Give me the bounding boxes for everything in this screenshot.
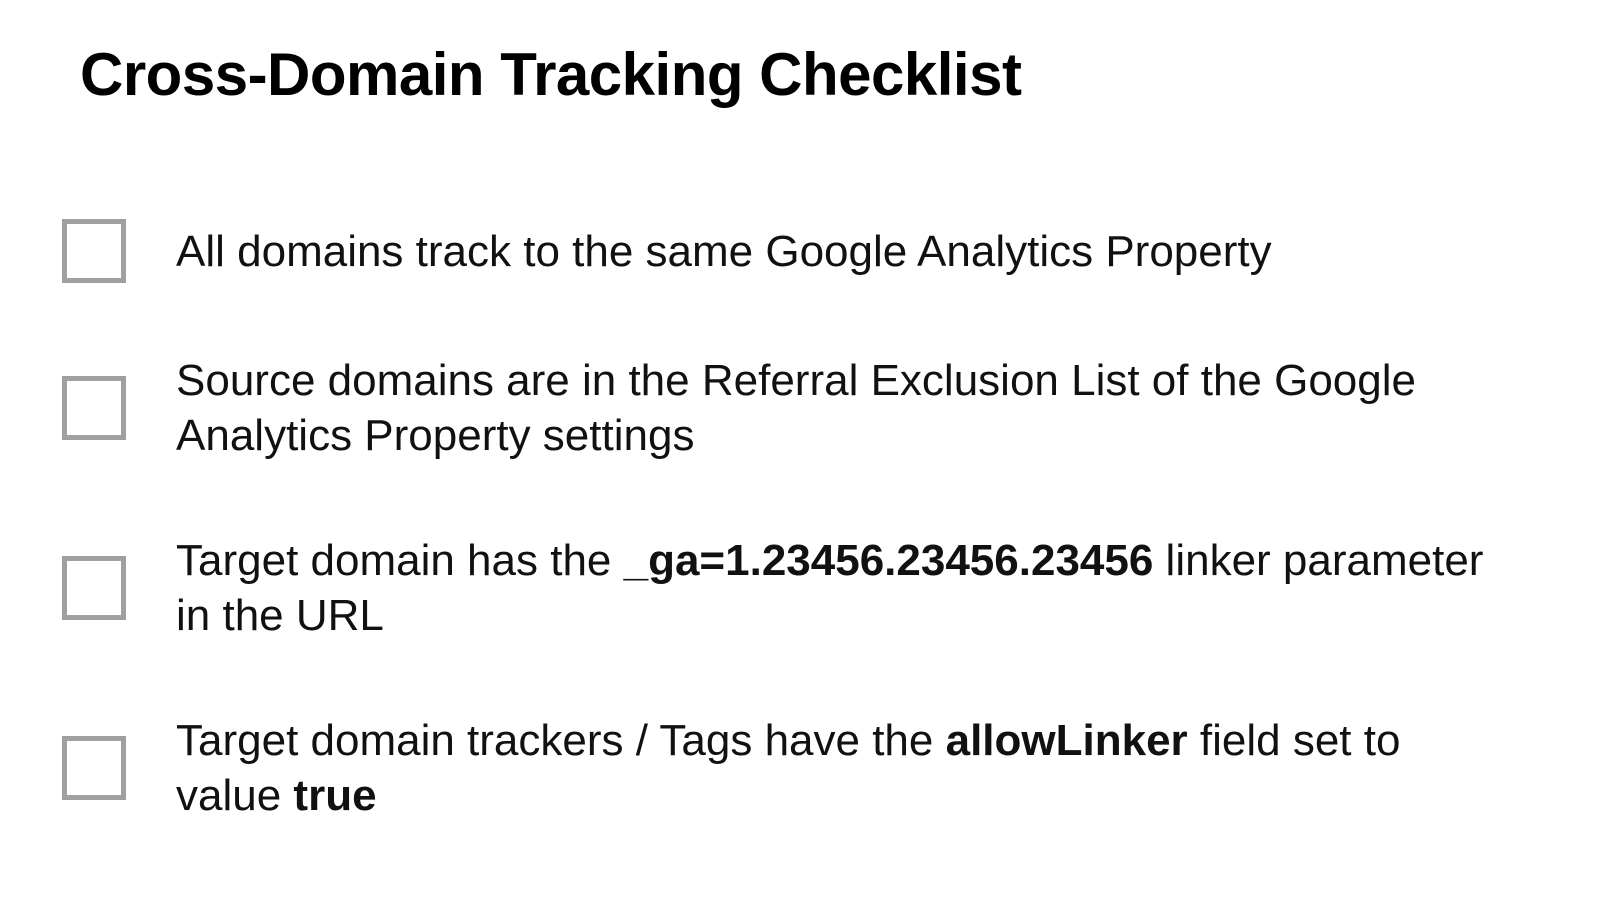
checklist-item-text: Target domain trackers / Tags have the a… — [176, 713, 1496, 823]
checklist: All domains track to the same Google Ana… — [80, 219, 1532, 823]
checkbox-icon[interactable] — [62, 219, 126, 283]
text-bold: true — [293, 771, 376, 820]
document-page: Cross-Domain Tracking Checklist All doma… — [0, 0, 1612, 823]
text-segment: Source domains are in the Referral Exclu… — [176, 356, 1416, 460]
checkbox-icon[interactable] — [62, 376, 126, 440]
checkbox-icon[interactable] — [62, 556, 126, 620]
checklist-item: Target domain trackers / Tags have the a… — [80, 713, 1532, 823]
page-title: Cross-Domain Tracking Checklist — [80, 40, 1532, 109]
text-segment: Target domain trackers / Tags have the — [176, 716, 946, 765]
text-bold: allowLinker — [946, 716, 1188, 765]
text-segment: All domains track to the same Google Ana… — [176, 227, 1272, 276]
checklist-item: Target domain has the _ga=1.23456.23456.… — [80, 533, 1532, 643]
text-segment: Target domain has the — [176, 536, 624, 585]
checklist-item-text: All domains track to the same Google Ana… — [176, 224, 1272, 279]
checklist-item-text: Target domain has the _ga=1.23456.23456.… — [176, 533, 1496, 643]
text-bold: _ga=1.23456.23456.23456 — [624, 536, 1154, 585]
checkbox-icon[interactable] — [62, 736, 126, 800]
checklist-item-text: Source domains are in the Referral Exclu… — [176, 353, 1496, 463]
checklist-item: All domains track to the same Google Ana… — [80, 219, 1532, 283]
checklist-item: Source domains are in the Referral Exclu… — [80, 353, 1532, 463]
